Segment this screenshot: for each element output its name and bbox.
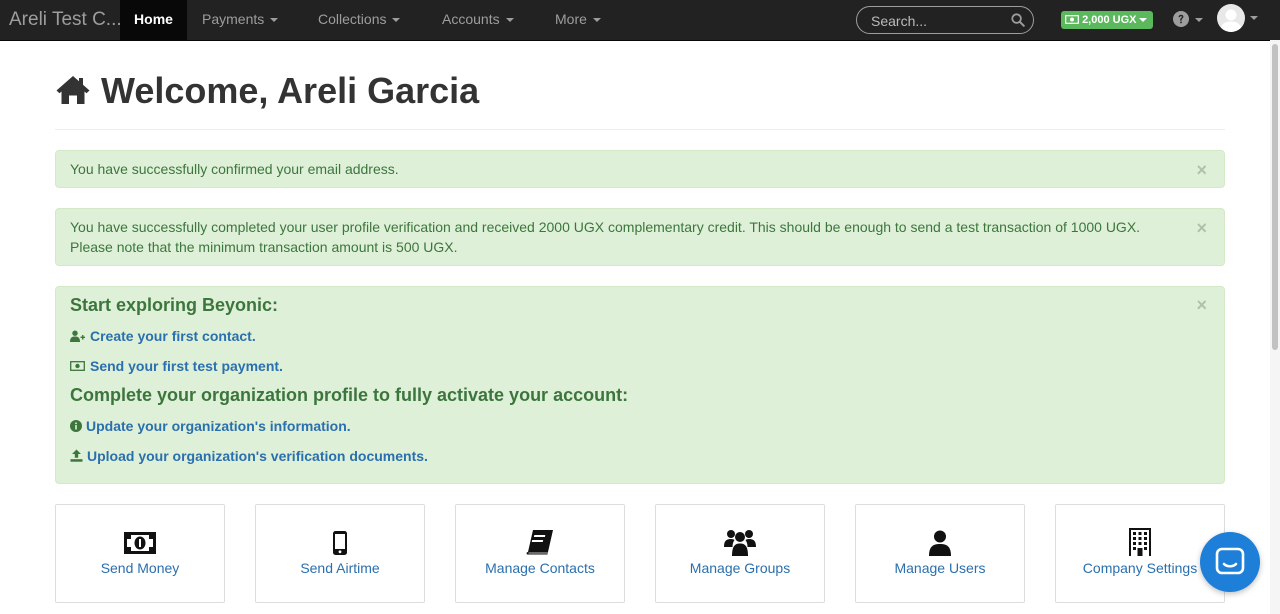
top-navbar: Areli Test C... Home Payments Collection… — [0, 0, 1280, 41]
nav-collections[interactable]: Collections — [318, 0, 401, 40]
tile-icon — [56, 527, 224, 559]
scrollbar-thumb[interactable] — [1272, 44, 1278, 350]
send-test-payment-link[interactable]: Send your first test payment. — [70, 356, 283, 376]
building-icon — [1129, 528, 1151, 556]
money-icon — [124, 532, 156, 554]
search-icon[interactable] — [1011, 13, 1025, 27]
manage-contacts-tile[interactable]: Manage Contacts — [455, 504, 625, 603]
tile-label: Manage Groups — [689, 560, 791, 576]
email-confirmed-alert: You have successfully confirmed your ema… — [55, 150, 1225, 188]
user-avatar-icon — [1220, 9, 1242, 32]
tile-label: Send Money — [100, 560, 180, 576]
info-circle-icon — [70, 419, 82, 432]
manage-groups-tile[interactable]: Manage Groups — [655, 504, 825, 603]
nav-payments-label: Payments — [202, 11, 265, 27]
nav-home[interactable]: Home — [120, 0, 187, 40]
money-icon — [70, 360, 85, 371]
welcome-heading: Welcome, Areli Garcia — [101, 70, 480, 111]
tile-label: Manage Contacts — [485, 560, 595, 576]
send-money-tile[interactable]: Send Money — [55, 504, 225, 603]
alert-text: You have successfully confirmed your ema… — [70, 161, 399, 177]
chat-launcher-button[interactable] — [1200, 532, 1260, 592]
mobile-phone-icon — [333, 531, 347, 555]
balance-dropdown[interactable]: 2,000 UGX — [1061, 11, 1153, 29]
onboarding-subheading: Complete your organization profile to fu… — [70, 385, 629, 405]
balance-amount: 2,000 UGX — [1082, 14, 1137, 26]
company-settings-tile[interactable]: Company Settings — [1055, 504, 1225, 603]
divider — [55, 129, 1225, 130]
send-airtime-tile[interactable]: Send Airtime — [255, 504, 425, 603]
user-plus-icon — [70, 330, 85, 342]
caret-down-icon — [392, 18, 401, 23]
upload-icon — [70, 449, 83, 462]
home-icon — [56, 76, 90, 105]
tile-icon — [1056, 527, 1224, 559]
tile-icon — [456, 527, 624, 559]
nav-home-label: Home — [134, 11, 173, 27]
create-contact-label: Create your first contact. — [90, 328, 256, 344]
nav-more-label: More — [555, 11, 587, 27]
page-scrollbar[interactable] — [1270, 40, 1280, 614]
tile-label: Send Airtime — [300, 560, 380, 576]
create-contact-link[interactable]: Create your first contact. — [70, 326, 256, 346]
money-icon — [1065, 14, 1079, 24]
brand-name[interactable]: Areli Test C... — [9, 0, 122, 40]
close-alert-button[interactable]: × — [1196, 219, 1207, 237]
tile-label: Manage Users — [894, 560, 986, 576]
caret-down-icon — [270, 18, 279, 23]
address-book-icon — [526, 530, 553, 555]
avatar — [1217, 4, 1245, 32]
close-alert-button[interactable]: × — [1196, 296, 1207, 314]
update-org-info-label: Update your organization's information. — [86, 418, 351, 434]
user-menu[interactable] — [1217, 4, 1258, 36]
manage-users-tile[interactable]: Manage Users — [855, 504, 1025, 603]
page-title: Welcome, Areli Garcia — [55, 70, 479, 114]
chat-bubble-icon — [1215, 547, 1245, 575]
search-input[interactable] — [869, 11, 1011, 31]
send-test-payment-label: Send your first test payment. — [90, 358, 283, 374]
tile-icon — [856, 527, 1024, 559]
user-icon — [929, 530, 951, 556]
help-dropdown[interactable] — [1173, 10, 1203, 29]
alert-text: You have successfully completed your use… — [70, 219, 1141, 255]
caret-down-icon — [505, 18, 514, 23]
upload-documents-label: Upload your organization's verification … — [87, 448, 428, 464]
onboarding-alert: × Start exploring Beyonic: Create your f… — [55, 286, 1225, 484]
nav-accounts[interactable]: Accounts — [442, 0, 514, 40]
nav-payments[interactable]: Payments — [202, 0, 279, 40]
close-alert-button[interactable]: × — [1196, 161, 1207, 179]
nav-collections-label: Collections — [318, 11, 387, 27]
upload-documents-link[interactable]: Upload your organization's verification … — [70, 446, 428, 466]
tile-label: Company Settings — [1082, 560, 1198, 576]
nav-more[interactable]: More — [555, 0, 601, 40]
caret-down-icon — [592, 18, 601, 23]
caret-down-icon — [1195, 17, 1203, 22]
tile-icon — [656, 527, 824, 559]
caret-down-icon — [1250, 16, 1258, 20]
question-circle-icon — [1173, 10, 1189, 27]
update-org-info-link[interactable]: Update your organization's information. — [70, 416, 351, 436]
search-box — [856, 6, 1034, 34]
tile-icon — [256, 527, 424, 559]
onboarding-heading: Start exploring Beyonic: — [70, 295, 279, 315]
verification-alert: You have successfully completed your use… — [55, 208, 1225, 266]
caret-down-icon — [1139, 18, 1148, 23]
users-icon — [724, 530, 756, 556]
nav-accounts-label: Accounts — [442, 11, 500, 27]
